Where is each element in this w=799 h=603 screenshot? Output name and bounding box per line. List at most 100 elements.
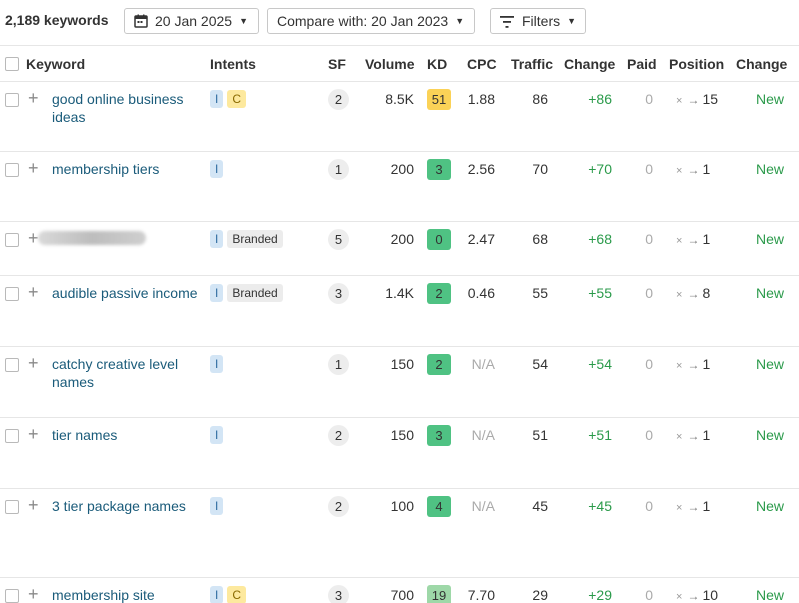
row-checkbox[interactable] — [5, 358, 19, 372]
intent-informational-badge: I — [210, 497, 224, 515]
traffic-change-value: +29 — [588, 587, 612, 603]
traffic-change-value: +51 — [588, 427, 612, 443]
traffic-change-value: +54 — [588, 356, 612, 372]
branded-badge: Branded — [227, 230, 283, 248]
paid-value: 0 — [645, 587, 653, 603]
cpc-value: N/A — [471, 427, 495, 443]
keyword-link[interactable]: catchy creative level names — [52, 355, 202, 391]
add-keyword-icon[interactable]: + — [28, 283, 39, 301]
current-position: 1 — [702, 498, 711, 514]
row-checkbox[interactable] — [5, 287, 19, 301]
intent-badges: I — [210, 160, 224, 178]
traffic-value: 45 — [532, 498, 548, 514]
column-volume[interactable]: Volume — [365, 56, 415, 72]
chevron-down-icon: ▼ — [455, 16, 465, 26]
row-checkbox[interactable] — [5, 233, 19, 247]
add-keyword-icon[interactable]: + — [28, 229, 39, 247]
keyword-link[interactable]: tier names — [52, 426, 202, 444]
previous-position: × — [676, 235, 683, 247]
date-label: 20 Jan 2025 — [155, 13, 233, 29]
kd-badge: 4 — [427, 496, 451, 517]
volume-value: 200 — [390, 161, 414, 177]
volume-value: 700 — [390, 587, 414, 603]
keyword-link[interactable]: membership tiers — [52, 160, 202, 178]
position-change: × → 1 — [676, 498, 710, 514]
add-keyword-icon[interactable]: + — [28, 585, 39, 603]
column-paid[interactable]: Paid — [627, 56, 657, 72]
position-status: New — [756, 285, 785, 301]
row-checkbox[interactable] — [5, 500, 19, 514]
serp-features-count[interactable]: 5 — [328, 229, 349, 250]
kd-badge: 0 — [427, 229, 451, 250]
row-checkbox[interactable] — [5, 429, 19, 443]
position-status: New — [756, 231, 785, 247]
row-checkbox[interactable] — [5, 163, 19, 177]
current-position: 10 — [702, 587, 719, 603]
serp-features-count[interactable]: 1 — [328, 159, 349, 180]
column-position-change[interactable]: Change — [736, 56, 787, 72]
traffic-change-value: +45 — [588, 498, 612, 514]
column-change[interactable]: Change — [564, 56, 615, 72]
paid-value: 0 — [645, 356, 653, 372]
select-all-checkbox[interactable] — [5, 57, 19, 71]
date-picker-button[interactable]: 20 Jan 2025 ▼ — [124, 8, 259, 34]
position-change: × → 1 — [676, 356, 710, 372]
row-checkbox[interactable] — [5, 93, 19, 107]
serp-features-count[interactable]: 2 — [328, 425, 349, 446]
toolbar: 2,189 keywords 20 Jan 2025 ▼ Compare wit… — [0, 0, 799, 44]
intent-badges: I — [210, 355, 224, 373]
column-kd[interactable]: KD — [427, 56, 447, 72]
cpc-value: N/A — [471, 498, 495, 514]
chevron-down-icon: ▼ — [567, 16, 577, 26]
previous-position: × — [676, 95, 683, 107]
traffic-value: 55 — [532, 285, 548, 301]
position-change: × → 8 — [676, 285, 710, 301]
add-keyword-icon[interactable]: + — [28, 496, 39, 514]
position-status: New — [756, 91, 785, 107]
add-keyword-icon[interactable]: + — [28, 89, 39, 107]
position-change: × → 1 — [676, 231, 710, 247]
keyword-link[interactable]: membership site — [52, 586, 202, 603]
current-position: 1 — [702, 427, 711, 443]
previous-position: × — [676, 431, 683, 443]
table-row: + good online business ideas I C 2 8.5K 51 1.88… — [0, 82, 799, 152]
paid-value: 0 — [645, 231, 653, 247]
traffic-value: 68 — [532, 231, 548, 247]
column-traffic[interactable]: Traffic — [511, 56, 553, 72]
serp-features-count[interactable]: 2 — [328, 89, 349, 110]
current-position: 8 — [702, 285, 711, 301]
filters-button[interactable]: Filters ▼ — [490, 8, 586, 34]
paid-value: 0 — [645, 91, 653, 107]
column-sf[interactable]: SF — [328, 56, 346, 72]
position-status: New — [756, 587, 785, 603]
compare-date-button[interactable]: Compare with: 20 Jan 2023 ▼ — [267, 8, 475, 34]
volume-value: 100 — [390, 498, 414, 514]
intent-informational-badge: I — [210, 586, 224, 603]
keyword-link[interactable]: audible passive income — [52, 284, 202, 302]
serp-features-count[interactable]: 1 — [328, 354, 349, 375]
traffic-value: 70 — [532, 161, 548, 177]
position-change: × → 15 — [676, 91, 718, 107]
column-intents[interactable]: Intents — [210, 56, 256, 72]
table-row: + audible passive income I Branded 3 1.4K 2 0.4… — [0, 276, 799, 347]
column-position[interactable]: Position — [669, 56, 724, 72]
current-position: 1 — [702, 356, 711, 372]
keyword-link[interactable]: 3 tier package names — [52, 497, 202, 515]
serp-features-count[interactable]: 3 — [328, 283, 349, 304]
position-status: New — [756, 427, 785, 443]
add-keyword-icon[interactable]: + — [28, 354, 39, 372]
column-keyword[interactable]: Keyword — [26, 56, 85, 72]
column-cpc[interactable]: CPC — [467, 56, 497, 72]
add-keyword-icon[interactable]: + — [28, 159, 39, 177]
add-keyword-icon[interactable]: + — [28, 425, 39, 443]
traffic-change-value: +86 — [588, 91, 612, 107]
keyword-link[interactable]: good online business ideas — [52, 90, 202, 126]
row-checkbox[interactable] — [5, 589, 19, 603]
traffic-value: 29 — [532, 587, 548, 603]
serp-features-count[interactable]: 3 — [328, 585, 349, 603]
branded-badge: Branded — [227, 284, 283, 302]
serp-features-count[interactable]: 2 — [328, 496, 349, 517]
traffic-value: 86 — [532, 91, 548, 107]
filter-icon — [500, 15, 514, 28]
cpc-value: 2.56 — [467, 161, 495, 177]
